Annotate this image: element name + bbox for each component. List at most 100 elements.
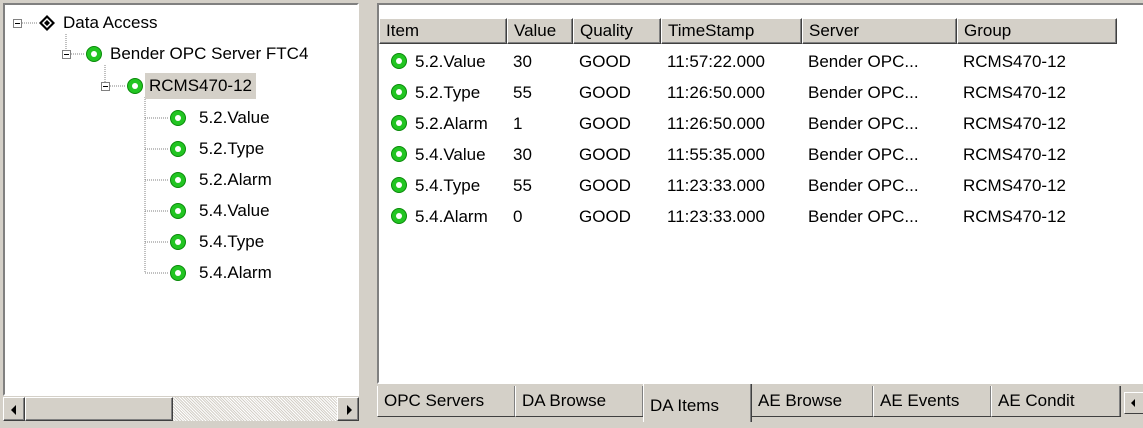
green-status-icon <box>170 203 186 219</box>
tab-da-items[interactable]: DA Items <box>643 384 752 422</box>
green-status-icon <box>170 110 186 126</box>
table-row[interactable]: 5.4.Alarm 0 GOOD 11:23:33.000 Bender OPC... R… <box>379 201 1117 232</box>
left-arrow-icon <box>1131 399 1135 407</box>
cell-server: Bender OPC... <box>808 176 919 195</box>
right-arrow-icon <box>347 405 352 415</box>
cell-item: 5.2.Alarm <box>379 108 507 139</box>
cell-quality: GOOD <box>579 114 631 133</box>
green-status-icon <box>391 177 407 193</box>
items-pane: Item Value Quality TimeStamp Server Group 5.2… <box>371 0 1143 425</box>
cell-server: Bender OPC... <box>808 83 919 102</box>
green-status-icon <box>170 141 186 157</box>
cell-text: 5.2.Alarm <box>415 114 488 133</box>
column-header-group[interactable]: Group <box>957 18 1117 44</box>
tab-ae-browse[interactable]: AE Browse <box>751 386 874 417</box>
items-list-rows: 5.2.Value 30 GOOD 11:57:22.000 Bender OPC...… <box>379 46 1117 232</box>
table-row[interactable]: 5.4.Type 55 GOOD 11:23:33.000 Bender OPC... R… <box>379 170 1117 201</box>
tree-node-data-access[interactable]: Data Access <box>5 10 345 36</box>
cell-text: 5.4.Type <box>415 176 481 195</box>
tree-node-item[interactable]: 5.2.Alarm <box>5 167 345 193</box>
collapse-toggle-icon[interactable] <box>101 82 110 91</box>
column-header-item[interactable]: Item <box>379 18 507 44</box>
cell-text: 5.4.Value <box>415 145 486 164</box>
cell-value: 30 <box>513 145 532 164</box>
cell-value: 55 <box>513 176 532 195</box>
tree-node-label: 5.4.Type <box>199 232 265 251</box>
tab-ae-events[interactable]: AE Events <box>873 386 992 417</box>
cell-group: RCMS470-12 <box>963 83 1066 102</box>
green-status-icon <box>86 46 102 62</box>
tab-ae-condit[interactable]: AE Condit <box>991 386 1121 417</box>
green-status-icon <box>391 115 407 131</box>
scroll-left-button[interactable] <box>3 397 25 421</box>
column-header-server[interactable]: Server <box>802 18 957 44</box>
table-row[interactable]: 5.2.Alarm 1 GOOD 11:26:50.000 Bender OPC... R… <box>379 108 1117 139</box>
cell-text: 5.2.Type <box>415 83 481 102</box>
cell-quality: GOOD <box>579 145 631 164</box>
diamond-icon <box>39 15 55 31</box>
tree-node-label: 5.2.Type <box>199 139 265 158</box>
tab-scroll-left-button[interactable] <box>1124 392 1143 414</box>
tree-node-item[interactable]: 5.2.Type <box>5 136 345 162</box>
green-status-icon <box>127 78 143 94</box>
green-status-icon <box>391 53 407 69</box>
collapse-toggle-icon[interactable] <box>62 50 71 59</box>
scroll-right-button[interactable] <box>337 397 359 421</box>
tree-node-item[interactable]: 5.4.Value <box>5 198 345 224</box>
collapse-toggle-icon[interactable] <box>13 19 22 28</box>
tree-node-group[interactable]: RCMS470-12 <box>5 73 357 99</box>
cell-group: RCMS470-12 <box>963 52 1066 71</box>
cell-timestamp: 11:23:33.000 <box>667 176 765 195</box>
cell-group: RCMS470-12 <box>963 176 1066 195</box>
browse-tree-pane: Data Access Bender OPC Server FTC4 RCMS4… <box>0 0 363 425</box>
browse-tree[interactable]: Data Access Bender OPC Server FTC4 RCMS4… <box>3 3 359 396</box>
green-status-icon <box>391 146 407 162</box>
cell-text: 5.2.Value <box>415 52 486 71</box>
cell-server: Bender OPC... <box>808 114 919 133</box>
green-status-icon <box>391 84 407 100</box>
cell-item: 5.4.Type <box>379 170 507 201</box>
table-row[interactable]: 5.2.Type 55 GOOD 11:26:50.000 Bender OPC... R… <box>379 77 1117 108</box>
tab-da-browse[interactable]: DA Browse <box>515 386 644 417</box>
cell-server: Bender OPC... <box>808 207 919 226</box>
table-row[interactable]: 5.2.Value 30 GOOD 11:57:22.000 Bender OPC...… <box>379 46 1117 77</box>
green-status-icon <box>170 265 186 281</box>
tree-node-server[interactable]: Bender OPC Server FTC4 <box>5 41 357 67</box>
table-row[interactable]: 5.4.Value 30 GOOD 11:55:35.000 Bender OPC...… <box>379 139 1117 170</box>
cell-server: Bender OPC... <box>808 145 919 164</box>
cell-value: 1 <box>513 114 523 133</box>
tree-node-label: RCMS470-12 <box>145 73 256 99</box>
cell-value: 30 <box>513 52 532 71</box>
tree-node-item[interactable]: 5.2.Value <box>5 105 345 131</box>
cell-value: 55 <box>513 83 532 102</box>
tab-opc-servers[interactable]: OPC Servers <box>377 386 516 417</box>
cell-server: Bender OPC... <box>808 52 919 71</box>
pane-splitter[interactable] <box>363 0 371 425</box>
cell-value: 0 <box>513 207 523 226</box>
tree-node-item[interactable]: 5.4.Alarm <box>5 260 345 286</box>
cell-item: 5.4.Alarm <box>379 201 507 232</box>
tree-node-item[interactable]: 5.4.Type <box>5 229 345 255</box>
tree-node-label: 5.4.Value <box>199 201 270 220</box>
cell-timestamp: 11:23:33.000 <box>667 207 765 226</box>
tree-horizontal-scrollbar[interactable] <box>3 397 359 421</box>
cell-text: 5.4.Alarm <box>415 207 488 226</box>
cell-quality: GOOD <box>579 176 631 195</box>
cell-group: RCMS470-12 <box>963 114 1066 133</box>
cell-timestamp: 11:26:50.000 <box>667 114 765 133</box>
tree-node-label: 5.2.Alarm <box>199 170 272 189</box>
green-status-icon <box>170 172 186 188</box>
column-header-value[interactable]: Value <box>507 18 573 44</box>
column-header-quality[interactable]: Quality <box>573 18 661 44</box>
left-arrow-icon <box>11 405 16 415</box>
cell-item: 5.4.Value <box>379 139 507 170</box>
cell-quality: GOOD <box>579 83 631 102</box>
cell-item: 5.2.Value <box>379 46 507 77</box>
scrollbar-thumb[interactable] <box>25 397 173 421</box>
tree-node-label: 5.4.Alarm <box>199 263 272 282</box>
items-list-header: Item Value Quality TimeStamp Server Group <box>379 18 1117 44</box>
cell-group: RCMS470-12 <box>963 145 1066 164</box>
cell-quality: GOOD <box>579 52 631 71</box>
column-header-timestamp[interactable]: TimeStamp <box>661 18 802 44</box>
cell-group: RCMS470-12 <box>963 207 1066 226</box>
